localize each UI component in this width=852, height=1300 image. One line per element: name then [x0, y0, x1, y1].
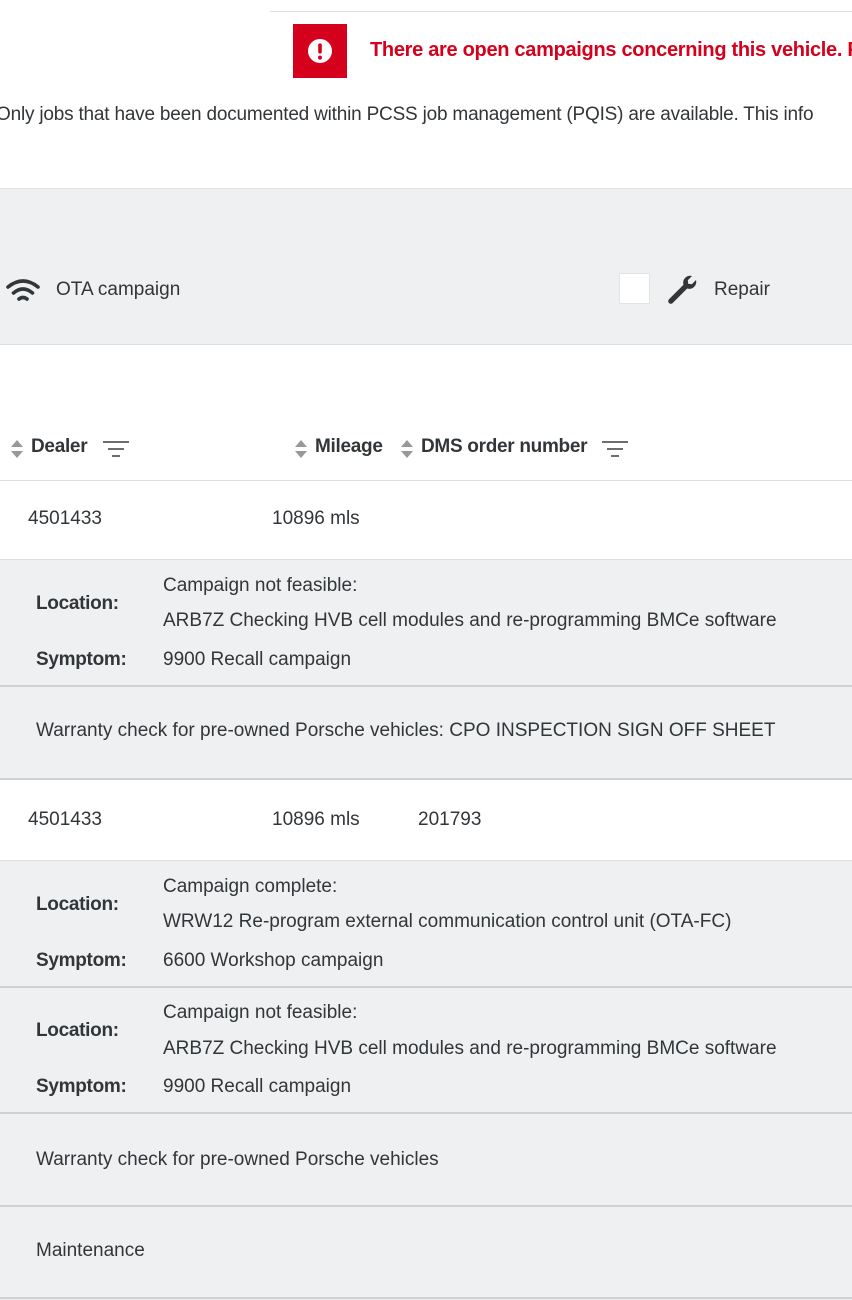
- wifi-icon: [6, 278, 40, 311]
- filter-dms-order-icon[interactable]: [600, 437, 630, 461]
- location-value: ARB7Z Checking HVB cell modules and re-p…: [163, 610, 777, 631]
- location-label: Location:: [36, 593, 119, 614]
- entry-divider: [0, 685, 852, 687]
- sort-mileage-icon[interactable]: [293, 437, 309, 461]
- filter-panel: [0, 188, 852, 345]
- campaign-status: Campaign complete:: [163, 876, 338, 897]
- wrench-icon: [665, 273, 699, 312]
- sort-dms-order-icon[interactable]: [399, 437, 415, 461]
- entry-divider: [0, 1205, 852, 1207]
- repair-checkbox[interactable]: [619, 273, 650, 304]
- symptom-value: 6600 Workshop campaign: [163, 950, 384, 971]
- entry-divider: [0, 1112, 852, 1114]
- entry-divider: [0, 986, 852, 988]
- symptom-value: 9900 Recall campaign: [163, 1076, 352, 1097]
- row-dms-order-number: 201793: [418, 809, 482, 830]
- ota-campaign-filter-label[interactable]: OTA campaign: [56, 279, 180, 301]
- column-header-dms-order-number[interactable]: DMS order number: [421, 436, 588, 458]
- repair-filter-label[interactable]: Repair: [714, 279, 770, 301]
- row-details: [0, 560, 852, 778]
- location-value: ARB7Z Checking HVB cell modules and re-p…: [163, 1038, 777, 1059]
- symptom-label: Symptom:: [36, 1076, 127, 1097]
- symptom-label: Symptom:: [36, 649, 127, 670]
- alert-message[interactable]: There are open campaigns concerning this…: [370, 39, 852, 62]
- column-header-dealer[interactable]: Dealer: [31, 436, 88, 458]
- info-text: Only jobs that have been documented with…: [0, 104, 814, 125]
- location-label: Location:: [36, 1020, 119, 1041]
- job-note: Warranty check for pre-owned Porsche veh…: [36, 1149, 439, 1170]
- sort-dealer-icon[interactable]: [9, 437, 25, 461]
- job-note: Maintenance: [36, 1240, 145, 1261]
- row-dealer: 4501433: [28, 508, 102, 529]
- row-dealer: 4501433: [28, 809, 102, 830]
- location-value: WRW12 Re-program external communication …: [163, 911, 732, 932]
- column-header-mileage[interactable]: Mileage: [315, 436, 383, 458]
- symptom-value: 9900 Recall campaign: [163, 649, 352, 670]
- job-note: Warranty check for pre-owned Porsche veh…: [36, 720, 776, 741]
- top-divider: [270, 11, 852, 12]
- row-mileage: 10896 mls: [272, 809, 360, 830]
- alert-badge: [293, 24, 347, 78]
- filter-dealer-icon[interactable]: [101, 437, 131, 461]
- campaign-status: Campaign not feasible:: [163, 1002, 358, 1023]
- table-row[interactable]: [0, 481, 852, 561]
- exclamation-icon: [308, 39, 332, 63]
- campaign-status: Campaign not feasible:: [163, 575, 358, 596]
- symptom-label: Symptom:: [36, 950, 127, 971]
- row-mileage: 10896 mls: [272, 508, 360, 529]
- location-label: Location:: [36, 894, 119, 915]
- row-divider: [0, 1297, 852, 1299]
